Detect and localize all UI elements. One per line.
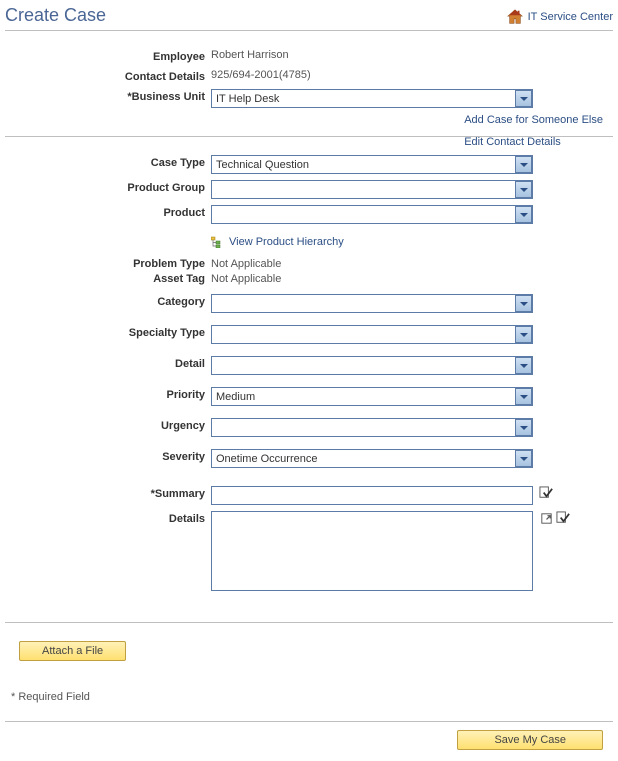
severity-select[interactable]: Onetime Occurrence bbox=[211, 449, 533, 468]
footer-separator bbox=[5, 721, 613, 722]
specialty-type-label: Specialty Type bbox=[5, 325, 211, 339]
contact-details-label: Contact Details bbox=[5, 69, 211, 83]
chevron-down-icon bbox=[520, 426, 528, 430]
problem-type-value: Not Applicable bbox=[211, 258, 613, 270]
spellcheck-icon[interactable] bbox=[539, 486, 554, 501]
priority-value: Medium bbox=[212, 391, 515, 403]
severity-label: Severity bbox=[5, 449, 211, 463]
employee-value: Robert Harrison bbox=[211, 49, 613, 61]
service-center-link[interactable]: IT Service Center bbox=[506, 8, 613, 26]
details-textarea[interactable] bbox=[211, 511, 533, 591]
chevron-down-icon bbox=[520, 364, 528, 368]
service-center-label: IT Service Center bbox=[528, 11, 613, 23]
expand-icon[interactable] bbox=[539, 511, 554, 526]
edit-contact-details-link[interactable]: Edit Contact Details bbox=[464, 136, 603, 148]
chevron-down-icon bbox=[520, 395, 528, 399]
hierarchy-icon bbox=[211, 236, 225, 248]
contact-details-value: 925/694-2001(4785) bbox=[211, 69, 613, 81]
case-type-select[interactable]: Technical Question bbox=[211, 155, 533, 174]
chevron-down-icon bbox=[520, 333, 528, 337]
priority-select[interactable]: Medium bbox=[211, 387, 533, 406]
chevron-down-icon bbox=[520, 302, 528, 306]
chevron-down-icon bbox=[520, 188, 528, 192]
business-unit-select[interactable]: IT Help Desk bbox=[211, 89, 533, 108]
category-label: Category bbox=[5, 294, 211, 308]
page-title: Create Case bbox=[5, 5, 106, 26]
urgency-select[interactable] bbox=[211, 418, 533, 437]
case-type-label: Case Type bbox=[5, 155, 211, 169]
detail-label: Detail bbox=[5, 356, 211, 370]
spellcheck-icon[interactable] bbox=[556, 511, 571, 526]
home-icon bbox=[506, 8, 524, 26]
view-product-hierarchy-link[interactable]: View Product Hierarchy bbox=[211, 236, 344, 248]
summary-input[interactable] bbox=[211, 486, 533, 505]
category-dropdown-button[interactable] bbox=[515, 295, 532, 312]
summary-label: *Summary bbox=[5, 486, 211, 500]
severity-value: Onetime Occurrence bbox=[212, 453, 515, 465]
specialty-type-select[interactable] bbox=[211, 325, 533, 344]
save-my-case-button[interactable]: Save My Case bbox=[457, 730, 603, 750]
asset-tag-label: Asset Tag bbox=[5, 273, 211, 285]
details-label: Details bbox=[5, 511, 211, 525]
priority-dropdown-button[interactable] bbox=[515, 388, 532, 405]
product-label: Product bbox=[5, 205, 211, 219]
chevron-down-icon bbox=[520, 457, 528, 461]
chevron-down-icon bbox=[520, 163, 528, 167]
case-type-dropdown-button[interactable] bbox=[515, 156, 532, 173]
category-select[interactable] bbox=[211, 294, 533, 313]
urgency-dropdown-button[interactable] bbox=[515, 419, 532, 436]
product-group-select[interactable] bbox=[211, 180, 533, 199]
business-unit-value: IT Help Desk bbox=[212, 93, 515, 105]
priority-label: Priority bbox=[5, 387, 211, 401]
chevron-down-icon bbox=[520, 213, 528, 217]
add-case-for-someone-link[interactable]: Add Case for Someone Else bbox=[464, 114, 603, 126]
view-hierarchy-label: View Product Hierarchy bbox=[229, 236, 344, 248]
asset-tag-value: Not Applicable bbox=[211, 273, 613, 285]
product-select[interactable] bbox=[211, 205, 533, 224]
case-type-value: Technical Question bbox=[212, 159, 515, 171]
business-unit-label: *Business Unit bbox=[5, 89, 211, 103]
problem-type-label: Problem Type bbox=[5, 258, 211, 270]
severity-dropdown-button[interactable] bbox=[515, 450, 532, 467]
required-field-note: * Required Field bbox=[11, 691, 613, 703]
chevron-down-icon bbox=[520, 97, 528, 101]
business-unit-dropdown-button[interactable] bbox=[515, 90, 532, 107]
specialty-type-dropdown-button[interactable] bbox=[515, 326, 532, 343]
attach-file-button[interactable]: Attach a File bbox=[19, 641, 126, 661]
product-group-label: Product Group bbox=[5, 180, 211, 194]
product-dropdown-button[interactable] bbox=[515, 206, 532, 223]
detail-select[interactable] bbox=[211, 356, 533, 375]
urgency-label: Urgency bbox=[5, 418, 211, 432]
detail-dropdown-button[interactable] bbox=[515, 357, 532, 374]
section-separator bbox=[5, 622, 613, 623]
employee-label: Employee bbox=[5, 49, 211, 63]
product-group-dropdown-button[interactable] bbox=[515, 181, 532, 198]
